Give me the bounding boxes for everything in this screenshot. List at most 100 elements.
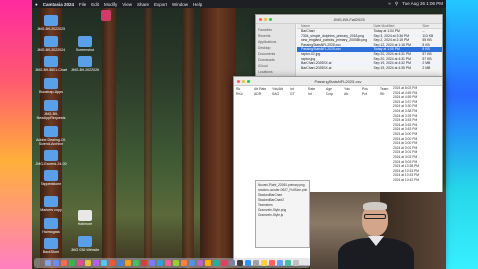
column-name[interactable]: Name (297, 24, 373, 28)
dock-app-icon[interactable] (220, 259, 228, 267)
desktop-icon[interactable]: JMG 036 Website (68, 236, 102, 252)
column-date[interactable]: Date Modified (373, 24, 422, 28)
folder-icon (44, 15, 58, 26)
folder-icon (44, 196, 58, 207)
presenter-hair (363, 202, 387, 210)
dock-app-icon[interactable] (212, 259, 220, 267)
menu-bar: ● Camtasia 2024 File Edit Modify View Sh… (32, 0, 446, 8)
preview-title-bar: PassingStatsNFL2025.csv (234, 77, 442, 86)
dock-app-icon[interactable] (228, 259, 236, 267)
folder-icon (44, 238, 58, 249)
dock-app-icon[interactable] (236, 259, 244, 267)
menu-export[interactable]: Export (154, 2, 167, 7)
folder-icon (44, 150, 58, 161)
recording-background-right (446, 0, 478, 269)
tree-trunk (182, 0, 194, 269)
dock-app-icon[interactable] (260, 259, 268, 267)
desktop-icon[interactable]: Markers copy (34, 196, 68, 212)
dock-app-icon[interactable] (244, 259, 252, 267)
wifi-icon[interactable]: ≈ (388, 1, 390, 7)
menu-view[interactable]: View (122, 2, 132, 7)
folder-icon (44, 78, 58, 89)
dock-app-icon[interactable] (196, 259, 204, 267)
desktop-icon[interactable]: JMG-Exceed-24-00 (34, 150, 68, 166)
dock-app-icon[interactable] (140, 259, 148, 267)
desktop-icon[interactable]: Hallmore (68, 210, 102, 226)
folder-icon (44, 56, 58, 67)
list-item[interactable]: Gramzeln-Style.js (258, 213, 307, 218)
tree-trunk (102, 0, 116, 269)
finder-title: JMG-B9-Fall2025 (333, 17, 365, 22)
desktop-icon[interactable]: JMG-B9-2022025 (34, 15, 68, 31)
desktop-icon[interactable] (96, 10, 116, 22)
menu-clock[interactable]: Tue Aug 26 1:06 PM (402, 1, 443, 7)
dock-app-icon[interactable] (292, 259, 300, 267)
desktop-icon[interactable]: Adobe Dealing-Of-Sciend-Archive (34, 126, 68, 146)
menu-help[interactable]: Help (193, 2, 202, 7)
desktop-icon[interactable]: JMG-B9-5501-Chart (34, 56, 68, 72)
preview-title: PassingStatsNFL2025.csv (314, 79, 362, 84)
dock-app-icon[interactable] (204, 259, 212, 267)
column-size[interactable]: Size (422, 24, 442, 28)
dock-app-icon[interactable] (268, 259, 276, 267)
dock-app-icon[interactable] (108, 259, 116, 267)
minimize-icon[interactable] (242, 80, 245, 83)
dock-app-icon[interactable] (172, 259, 180, 267)
tree-trunk (144, 0, 152, 269)
menu-window[interactable]: Window (172, 2, 188, 7)
desktop-icon[interactable]: Tappedstone (34, 170, 68, 186)
close-icon[interactable] (237, 80, 240, 83)
desktop-icon[interactable]: JMG-B9-NewAppRequests (34, 100, 68, 120)
desktop-icon[interactable]: JMG-B9-2022024 (34, 36, 68, 52)
window-controls (259, 18, 272, 21)
folder-icon (78, 36, 92, 47)
dock-app-icon[interactable] (116, 259, 124, 267)
file-row[interactable]: BarChart-2025SX.ai Sep 19, 2024 at 4:35 P… (297, 66, 442, 71)
menu-share[interactable]: Share (137, 2, 149, 7)
apple-icon[interactable]: ● (35, 2, 38, 7)
document-icon (78, 210, 92, 221)
desktop-icon[interactable]: BackStore (34, 238, 68, 254)
zoom-icon[interactable] (247, 80, 250, 83)
folder-icon (78, 56, 92, 67)
desktop-icon[interactable]: Halmogata (34, 218, 68, 234)
minimize-icon[interactable] (264, 18, 267, 21)
menu-edit[interactable]: Edit (91, 2, 99, 7)
close-icon[interactable] (259, 18, 262, 21)
dock-app-icon[interactable] (68, 259, 76, 267)
dock-app-icon[interactable] (284, 259, 292, 267)
dock-app-icon[interactable] (252, 259, 260, 267)
dock-app-icon[interactable] (132, 259, 140, 267)
dock-app-icon[interactable] (44, 259, 52, 267)
search-icon[interactable]: ⚲ (395, 1, 398, 7)
webcam-overlay (310, 192, 446, 269)
dock-app-icon[interactable] (100, 259, 108, 267)
folder-icon (44, 100, 58, 111)
dock-app-icon[interactable] (52, 259, 60, 267)
desktop-icon[interactable]: Boostrap-Apps (34, 78, 68, 94)
tree-trunk (200, 0, 236, 269)
dock-app-icon[interactable] (180, 259, 188, 267)
folder-icon (44, 36, 58, 47)
folder-icon (44, 170, 58, 181)
dock-app-icon[interactable] (156, 259, 164, 267)
dock-app-icon[interactable] (76, 259, 84, 267)
menu-modify[interactable]: Modify (104, 2, 117, 7)
menu-file[interactable]: File (79, 2, 86, 7)
dock-app-icon[interactable] (276, 259, 284, 267)
dock-app-icon[interactable] (92, 259, 100, 267)
menu-app-name[interactable]: Camtasia 2024 (43, 2, 74, 7)
lower-file-list: Nuvani-Plant_20260-primary.png random-uc… (255, 180, 310, 248)
folder-icon (78, 236, 92, 247)
dock-app-icon[interactable] (124, 259, 132, 267)
dock-app-icon[interactable] (84, 259, 92, 267)
dock-app-icon[interactable] (164, 259, 172, 267)
desktop-icon[interactable]: Screenshot (68, 36, 102, 52)
zoom-icon[interactable] (269, 18, 272, 21)
dock-app-icon[interactable] (188, 259, 196, 267)
dock (34, 258, 310, 268)
dock-app-icon[interactable] (148, 259, 156, 267)
desktop-icon[interactable]: JMG-B9-2022026 (68, 56, 102, 72)
recording-background-left (0, 0, 32, 269)
dock-app-icon[interactable] (60, 259, 68, 267)
